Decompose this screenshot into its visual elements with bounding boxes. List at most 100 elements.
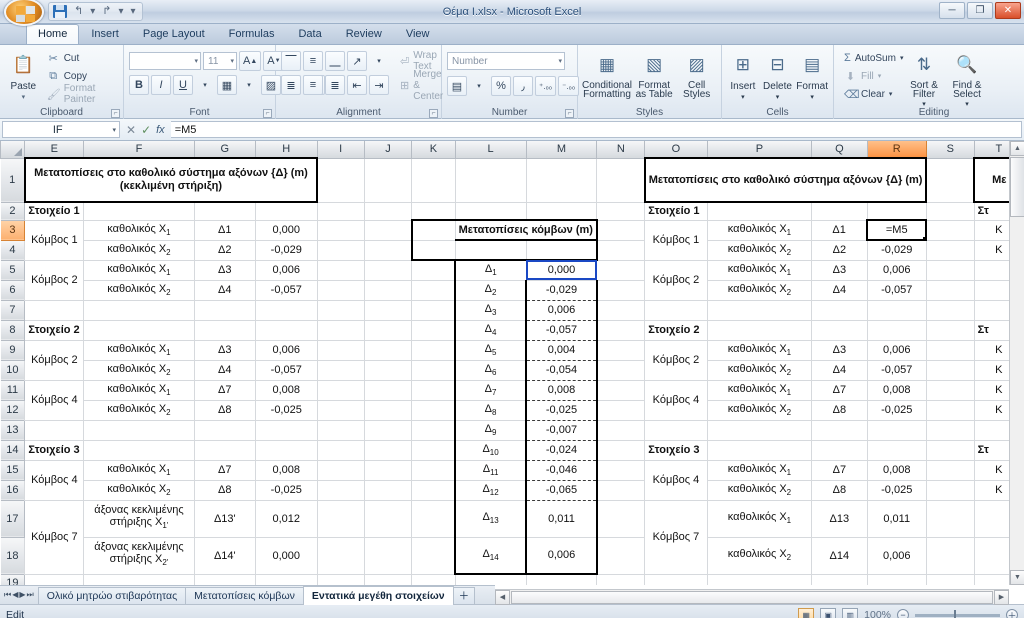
right-delta-row9[interactable]: Δ3 — [811, 339, 868, 361]
cell-I13[interactable] — [316, 419, 365, 441]
left-delta-row15[interactable]: Δ7 — [193, 459, 256, 481]
right-delta-row18[interactable]: Δ14 — [811, 536, 868, 575]
middle-label-5[interactable]: Δ5 — [454, 339, 527, 361]
column-header-P[interactable]: P — [706, 141, 813, 159]
cell-L2[interactable] — [454, 201, 527, 221]
right-delta-row17[interactable]: Δ13 — [811, 499, 868, 538]
zoom-in-button[interactable]: ＋ — [1006, 609, 1018, 618]
cell-S4[interactable] — [925, 239, 975, 261]
left-delta-row18[interactable]: Δ14' — [193, 536, 256, 575]
cell-I18[interactable] — [316, 536, 365, 575]
right-node-5[interactable]: Κόμβος 4 — [644, 459, 708, 501]
cell-N17[interactable] — [596, 499, 646, 538]
tab-home[interactable]: Home — [26, 24, 80, 44]
left-axis-row6[interactable]: καθολικός X2 — [83, 279, 195, 301]
cell-G14[interactable] — [193, 439, 256, 461]
cell-O13[interactable] — [644, 419, 708, 441]
horizontal-scroll-thumb[interactable] — [511, 590, 993, 604]
cell-N4[interactable] — [596, 239, 646, 261]
orange-block-K13[interactable] — [411, 419, 456, 441]
cell-M2[interactable] — [525, 201, 598, 221]
left-node-1[interactable]: Κόμβος 1 — [24, 219, 85, 261]
middle-label-6[interactable]: Δ6 — [454, 359, 527, 381]
cell-F7[interactable] — [83, 299, 195, 321]
cell-S11[interactable] — [925, 379, 975, 401]
row-header-16[interactable]: 16 — [0, 479, 26, 501]
row-header-13[interactable]: 13 — [0, 419, 26, 441]
cell-I12[interactable] — [316, 399, 365, 421]
left-delta-row16[interactable]: Δ8 — [193, 479, 256, 501]
left-node-6[interactable]: Κόμβος 7 — [24, 499, 85, 575]
orange-block-K5[interactable] — [411, 259, 456, 281]
name-box[interactable]: IF ▾ — [2, 121, 120, 138]
fill-button[interactable]: ⬇ Fill ▾ — [841, 68, 901, 84]
italic-button[interactable]: I — [151, 75, 171, 95]
normal-view-button[interactable]: ▦ — [798, 608, 815, 618]
orange-block-K9[interactable] — [411, 339, 456, 361]
cell-N1[interactable] — [596, 157, 646, 203]
align-left-button[interactable]: ≣ — [281, 75, 301, 95]
column-header-N[interactable]: N — [596, 141, 646, 159]
right-node-6[interactable]: Κόμβος 7 — [644, 499, 708, 575]
middle-value-9[interactable]: -0,007 — [525, 419, 598, 441]
cell-I3[interactable] — [316, 219, 365, 241]
cancel-formula-button[interactable]: ✕ — [126, 123, 136, 137]
row-header-6[interactable]: 6 — [0, 279, 26, 301]
left-axis-row10[interactable]: καθολικός X2 — [83, 359, 195, 381]
orientation-button[interactable]: ↗ — [347, 51, 367, 71]
right-value-row4[interactable]: -0,029 — [866, 239, 927, 261]
prev-sheet-button[interactable]: ◀ — [12, 590, 18, 600]
left-axis-row11[interactable]: καθολικός X1 — [83, 379, 195, 401]
cell-J17[interactable] — [363, 499, 413, 538]
left-axis-row17[interactable]: άξονας κεκλιμένης στήριξης X1' — [83, 499, 195, 538]
find-select-button[interactable]: 🔍 Find & Select ▾ — [947, 50, 987, 108]
cell-S15[interactable] — [925, 459, 975, 481]
row-header-14[interactable]: 14 — [0, 439, 26, 461]
cell-G7[interactable] — [193, 299, 256, 321]
align-bottom-button[interactable]: ⎽ — [325, 51, 345, 71]
cell-F14[interactable] — [83, 439, 195, 461]
cell-G13[interactable] — [193, 419, 256, 441]
cell-P14[interactable] — [706, 439, 813, 461]
cell-H7[interactable] — [254, 299, 318, 321]
cell-J16[interactable] — [363, 479, 413, 501]
right-axis-row5[interactable]: καθολικός X1 — [706, 259, 813, 281]
cell-J7[interactable] — [363, 299, 413, 321]
cell-J19[interactable] — [363, 573, 413, 585]
left-delta-row4[interactable]: Δ2 — [193, 239, 256, 261]
cell-N2[interactable] — [596, 201, 646, 221]
middle-value-4[interactable]: -0,057 — [525, 319, 598, 341]
tab-review[interactable]: Review — [334, 24, 394, 44]
middle-value-6[interactable]: -0,054 — [525, 359, 598, 381]
maximize-button[interactable]: ❐ — [967, 2, 993, 19]
cell-I4[interactable] — [316, 239, 365, 261]
zoom-out-button[interactable]: − — [897, 609, 909, 618]
orange-block-K15[interactable] — [411, 459, 456, 481]
cell-N10[interactable] — [596, 359, 646, 381]
right-value-row16[interactable]: -0,025 — [866, 479, 927, 501]
right-value-row10[interactable]: -0,057 — [866, 359, 927, 381]
row-header-8[interactable]: 8 — [0, 319, 26, 341]
right-delta-row5[interactable]: Δ3 — [811, 259, 868, 281]
cell-J9[interactable] — [363, 339, 413, 361]
cell-G8[interactable] — [193, 319, 256, 341]
page-break-view-button[interactable]: ▥ — [842, 608, 859, 618]
orange-block-K8[interactable] — [411, 319, 456, 341]
middle-label-1[interactable]: Δ1 — [454, 259, 527, 281]
format-cells-button[interactable]: ▤ Format ▾ — [796, 50, 828, 101]
cell-P19[interactable] — [706, 573, 813, 585]
left-value-row3[interactable]: 0,000 — [254, 219, 318, 241]
middle-label-11[interactable]: Δ11 — [454, 459, 527, 481]
cell-S10[interactable] — [925, 359, 975, 381]
left-axis-row3[interactable]: καθολικός X1 — [83, 219, 195, 241]
middle-value-11[interactable]: -0,046 — [525, 459, 598, 481]
orange-block-K14[interactable] — [411, 439, 456, 461]
cell-N3[interactable] — [596, 219, 646, 241]
cell-J18[interactable] — [363, 536, 413, 575]
cell-N8[interactable] — [596, 319, 646, 341]
row-header-7[interactable]: 7 — [0, 299, 26, 321]
left-value-row12[interactable]: -0,025 — [254, 399, 318, 421]
vertical-scroll-thumb[interactable] — [1010, 157, 1024, 217]
right-delta-row6[interactable]: Δ4 — [811, 279, 868, 301]
row-header-15[interactable]: 15 — [0, 459, 26, 481]
